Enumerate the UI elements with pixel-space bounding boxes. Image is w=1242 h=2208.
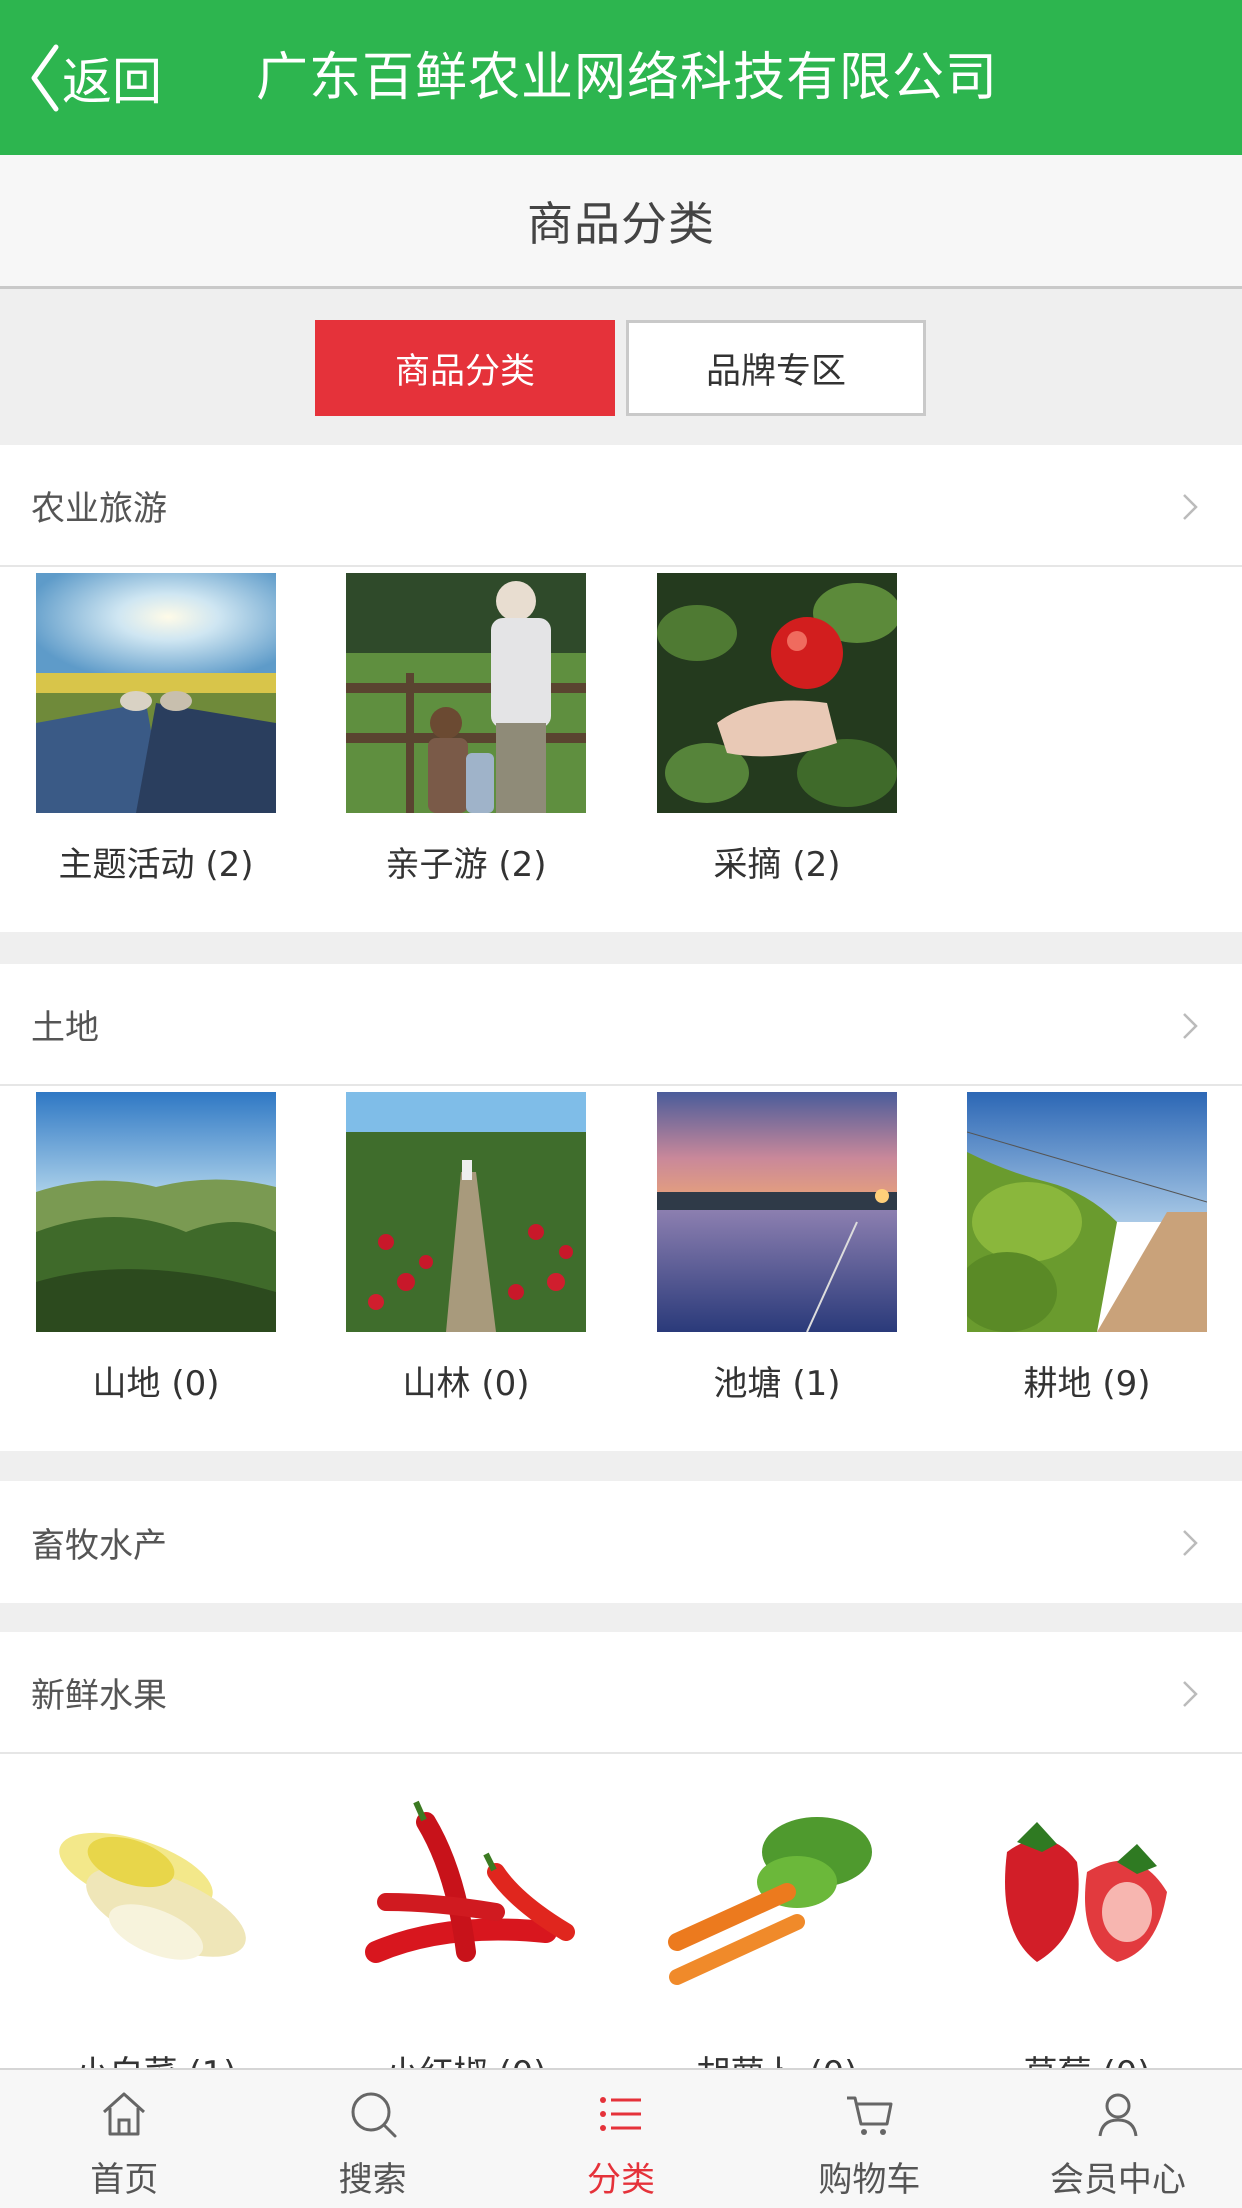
chevron-left-icon <box>31 44 59 112</box>
category-section-livestock: 畜牧水产 <box>0 1481 1242 1603</box>
item-label: 主题活动 (2) <box>58 845 254 885</box>
chevron-right-icon <box>1183 1681 1198 1707</box>
thumbnail-image <box>657 1092 897 1332</box>
thumbnail-image <box>967 1782 1207 2022</box>
nav-label: 搜索 <box>338 2160 407 2200</box>
bottom-nav: 首页 搜索 分类 购物车 会员中心 <box>0 2068 1242 2208</box>
nav-home[interactable]: 首页 <box>0 2070 248 2208</box>
nav-cart[interactable]: 购物车 <box>745 2070 993 2208</box>
tab-brands[interactable]: 品牌专区 <box>626 320 926 416</box>
tab-categories[interactable]: 商品分类 <box>315 320 615 416</box>
section-title: 农业旅游 <box>31 488 167 529</box>
section-header[interactable]: 农业旅游 <box>0 445 1242 567</box>
category-item[interactable]: 山地 (0) <box>36 1092 276 1405</box>
section-title: 畜牧水产 <box>31 1525 167 1566</box>
chevron-right-icon <box>1183 1013 1198 1039</box>
section-header[interactable]: 土地 <box>0 964 1242 1086</box>
item-label: 池塘 (1) <box>713 1364 841 1404</box>
category-section-agri-tourism: 农业旅游 主题活动 (2) 亲子游 (2) 采摘 (2) <box>0 445 1242 932</box>
back-label: 返回 <box>62 53 162 111</box>
company-title: 广东百鲜农业网络科技有限公司 <box>256 48 999 108</box>
section-title: 土地 <box>31 1007 99 1048</box>
nav-label: 分类 <box>587 2160 656 2200</box>
user-icon <box>1098 2093 1138 2137</box>
thumbnail-image <box>36 1782 276 2022</box>
chevron-right-icon <box>1183 494 1198 520</box>
category-item[interactable]: 胡萝卜 (0) <box>657 1782 897 2095</box>
category-item[interactable]: 主题活动 (2) <box>36 573 276 886</box>
page-title: 商品分类 <box>527 196 715 251</box>
chevron-right-icon <box>1183 1530 1198 1556</box>
thumbnail-image <box>967 1092 1207 1332</box>
thumbnail-image <box>657 1782 897 2022</box>
nav-label: 会员中心 <box>1049 2160 1186 2200</box>
category-item[interactable]: 草莓 (0) <box>967 1782 1207 2095</box>
thumbnail-image <box>36 1092 276 1332</box>
category-item[interactable]: 亲子游 (2) <box>346 573 586 886</box>
item-label: 山地 (0) <box>92 1364 220 1404</box>
nav-label: 首页 <box>90 2160 159 2200</box>
page-header: 商品分类 <box>0 155 1242 289</box>
nav-label: 购物车 <box>818 2160 921 2200</box>
nav-category[interactable]: 分类 <box>497 2070 745 2208</box>
thumbnail-image <box>346 1092 586 1332</box>
category-section-land: 土地 山地 (0) 山林 (0) 池塘 (1) 耕地 (9) <box>0 964 1242 1451</box>
item-label: 山林 (0) <box>402 1364 530 1404</box>
nav-member-center[interactable]: 会员中心 <box>994 2070 1242 2208</box>
home-icon <box>103 2092 146 2136</box>
category-item[interactable]: 小红椒 (0) <box>346 1782 586 2095</box>
top-bar: 返回 广东百鲜农业网络科技有限公司 <box>0 0 1242 155</box>
category-item[interactable]: 小白菜 (1) <box>36 1782 276 2095</box>
cart-icon <box>847 2096 893 2135</box>
section-title: 新鲜水果 <box>31 1675 167 1716</box>
category-item[interactable]: 池塘 (1) <box>657 1092 897 1405</box>
back-button[interactable]: 返回 <box>30 38 162 118</box>
nav-search[interactable]: 搜索 <box>248 2070 496 2208</box>
thumbnail-image <box>657 573 897 813</box>
category-item[interactable]: 山林 (0) <box>346 1092 586 1405</box>
category-section-fresh-fruit: 新鲜水果 小白菜 (1) <box>0 1632 1242 2094</box>
item-label: 采摘 (2) <box>713 845 841 885</box>
tab-bar: 商品分类 品牌专区 <box>0 289 1242 445</box>
item-label: 亲子游 (2) <box>385 845 547 885</box>
section-header[interactable]: 畜牧水产 <box>0 1481 1242 1603</box>
thumbnail-image <box>346 1782 586 2022</box>
section-header[interactable]: 新鲜水果 <box>0 1632 1242 1754</box>
thumbnail-image <box>36 573 276 813</box>
category-item[interactable]: 耕地 (9) <box>967 1092 1207 1405</box>
item-label: 耕地 (9) <box>1023 1364 1151 1404</box>
thumbnail-image <box>346 573 586 813</box>
search-icon <box>351 2092 397 2138</box>
list-icon <box>600 2097 642 2131</box>
category-item[interactable]: 采摘 (2) <box>657 573 897 886</box>
